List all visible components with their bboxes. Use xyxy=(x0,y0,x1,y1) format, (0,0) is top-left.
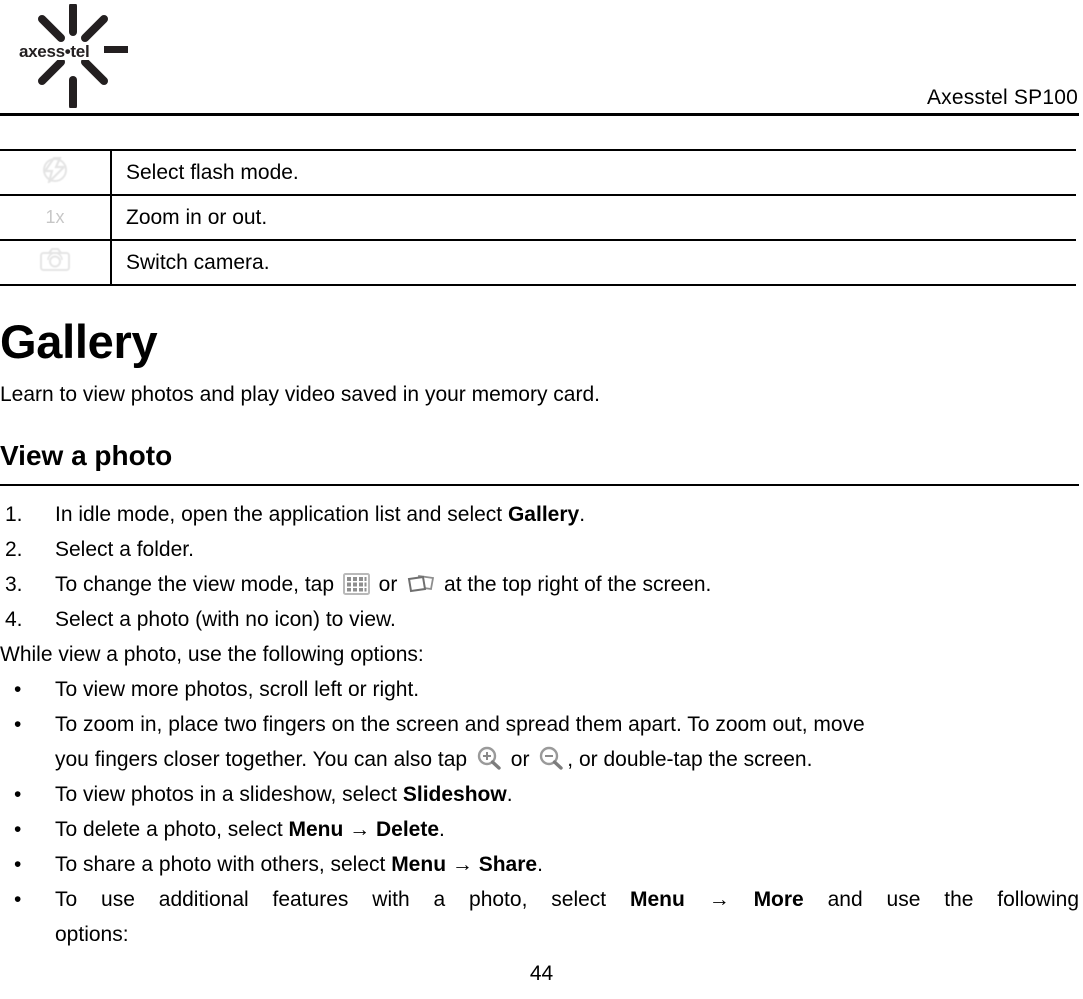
page-number: 44 xyxy=(529,962,554,985)
table-cell-description: Select flash mode. xyxy=(111,149,1076,195)
step-text: Select a photo (with no icon) to view. xyxy=(55,608,396,631)
bullet-line: To view more photos, scroll left or righ… xyxy=(55,672,1079,707)
options-bullet-list: • To view more photos, scroll left or rig… xyxy=(0,672,1079,952)
step-text: In idle mode, open the application list … xyxy=(55,503,585,526)
subsection-heading: View a photo xyxy=(0,440,173,471)
option-bullet: • To view photos in a slideshow, select S… xyxy=(0,777,1079,812)
table-row: Switch camera. xyxy=(0,239,1076,286)
section-body: 1. In idle mode, open the application lis… xyxy=(0,497,1079,952)
emphasis-text: Slideshow xyxy=(402,783,507,806)
document-page: axess•tel Axesstel SP100 Select flash mo… xyxy=(0,0,1083,999)
step-text: Select a folder. xyxy=(55,538,194,561)
body-text: or xyxy=(504,748,536,771)
zoom-level-icon: 1x xyxy=(45,207,65,227)
step-number: 2. xyxy=(5,538,23,561)
grid-view-icon xyxy=(342,573,370,595)
subsection-divider xyxy=(0,484,1079,486)
numbered-step: 1. In idle mode, open the application lis… xyxy=(0,497,1079,532)
bullet-marker: • xyxy=(14,888,22,911)
body-text: To delete a photo, select xyxy=(55,818,289,841)
stack-view-icon xyxy=(406,573,435,595)
body-text: . xyxy=(439,818,445,841)
body-text: To use additional features with a photo,… xyxy=(55,888,630,911)
body-text: , or double-tap the screen. xyxy=(567,748,813,771)
bullet-line: To use additional features with a photo,… xyxy=(55,882,1079,917)
bullet-line: To zoom in, place two fingers on the scr… xyxy=(55,707,1079,742)
emphasis-text: Delete xyxy=(376,818,440,841)
body-text: . xyxy=(506,783,513,806)
body-text: you fingers closer together. You can als… xyxy=(55,748,473,771)
step-number: 4. xyxy=(5,608,23,631)
body-text: To share a photo with others, select xyxy=(55,853,392,876)
emphasis-text: Menu xyxy=(630,888,685,911)
table-cell-icon xyxy=(0,149,112,195)
table-cell-icon: 1x xyxy=(0,194,112,240)
option-bullet: • To view more photos, scroll left or rig… xyxy=(0,672,1079,707)
emphasis-text: Share xyxy=(478,853,538,876)
emphasis-text: More xyxy=(753,888,804,911)
svg-text:axess•tel: axess•tel xyxy=(19,42,89,61)
option-bullet: • To use additional features with a photo… xyxy=(0,882,1079,952)
table-cell-icon xyxy=(0,239,112,286)
emphasis-text: → xyxy=(343,818,376,841)
body-text: or xyxy=(372,573,404,596)
table-row: 1x Zoom in or out. xyxy=(0,194,1076,240)
table-cell-description: Zoom in or out. xyxy=(111,194,1076,240)
bullet-marker: • xyxy=(14,783,22,806)
bullet-line: To delete a photo, select Menu → Delete. xyxy=(55,812,1079,847)
body-text: To view more photos, scroll left or righ… xyxy=(55,678,420,701)
bullet-line: To view photos in a slideshow, select Sl… xyxy=(55,777,1079,812)
numbered-step: 3. To change the view mode, tap or at the… xyxy=(0,567,1079,602)
body-text: To view photos in a slideshow, select xyxy=(55,783,403,806)
numbered-steps-list: 1. In idle mode, open the application lis… xyxy=(0,497,1079,637)
body-text: To zoom in, place two fingers on the scr… xyxy=(55,713,865,736)
emphasis-text: → xyxy=(684,888,754,911)
camera-options-table: Select flash mode. 1x Zoom in or out. Sw… xyxy=(0,149,1076,286)
body-text: at the top right of the screen. xyxy=(438,573,712,596)
option-bullet: • To delete a photo, select Menu → Delete… xyxy=(0,812,1079,847)
zoom-out-icon xyxy=(538,746,564,770)
option-bullet: • To zoom in, place two fingers on the sc… xyxy=(0,707,1079,777)
body-text: . xyxy=(579,503,586,526)
page-title: Axesstel SP100 xyxy=(926,86,1078,109)
step-text: To change the view mode, tap or at the t… xyxy=(55,573,711,596)
table-cell-description: Switch camera. xyxy=(111,239,1076,286)
bullet-line: options: xyxy=(55,917,1079,952)
table-row: Select flash mode. xyxy=(0,149,1076,195)
emphasis-text: Gallery xyxy=(507,503,580,526)
options-intro-text: While view a photo, use the following op… xyxy=(0,643,424,666)
emphasis-text: → xyxy=(446,853,479,876)
body-text: To change the view mode, tap xyxy=(55,573,340,596)
bullet-marker: • xyxy=(14,713,22,736)
flash-mode-icon xyxy=(40,157,70,183)
option-bullet: • To share a photo with others, select Me… xyxy=(0,847,1079,882)
step-number: 1. xyxy=(5,503,23,526)
emphasis-text: Menu xyxy=(391,853,447,876)
switch-camera-icon xyxy=(39,247,71,273)
table-body: Select flash mode. 1x Zoom in or out. Sw… xyxy=(0,149,1076,286)
zoom-in-icon xyxy=(476,746,502,770)
header-divider xyxy=(0,113,1079,116)
body-text: Select a folder. xyxy=(55,538,194,561)
page-header: axess•tel Axesstel SP100 xyxy=(0,0,1083,116)
bullet-marker: • xyxy=(14,818,22,841)
numbered-step: 2. Select a folder. xyxy=(0,532,1079,567)
bullet-marker: • xyxy=(14,853,22,876)
step-number: 3. xyxy=(5,573,23,596)
section-heading: Gallery xyxy=(0,315,158,368)
bullet-line: you fingers closer together. You can als… xyxy=(55,742,1079,777)
section-intro: Learn to view photos and play video save… xyxy=(0,383,600,406)
axesstel-starburst-logo-icon: axess•tel xyxy=(18,4,128,108)
body-text: options: xyxy=(55,923,129,946)
body-text: . xyxy=(537,853,543,876)
emphasis-text: Menu xyxy=(288,818,344,841)
numbered-step: 4. Select a photo (with no icon) to view. xyxy=(0,602,1079,637)
body-text: Select a photo (with no icon) to view. xyxy=(55,608,396,631)
body-text: In idle mode, open the application list … xyxy=(55,503,508,526)
bullet-line: To share a photo with others, select Men… xyxy=(55,847,1079,882)
body-text: and use the following xyxy=(803,888,1080,911)
bullet-marker: • xyxy=(14,678,22,701)
